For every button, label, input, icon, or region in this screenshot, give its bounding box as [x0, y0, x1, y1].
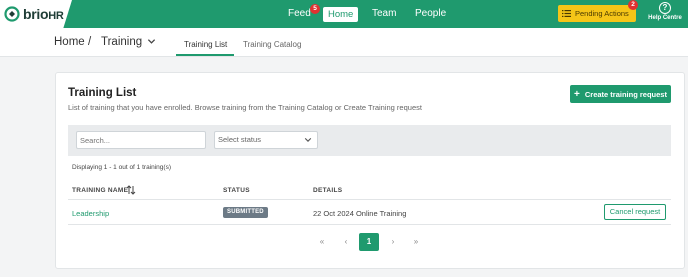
- previous-page-button[interactable]: ‹: [340, 233, 352, 251]
- create-training-request-button[interactable]: + Create training request: [570, 85, 671, 103]
- nav-feed[interactable]: Feed: [288, 0, 311, 28]
- card-description: List of training that you have enrolled.…: [68, 103, 422, 112]
- first-page-button[interactable]: «: [315, 233, 329, 251]
- logo-text: brioHR: [23, 6, 64, 22]
- status-select-placeholder: Select status: [218, 135, 261, 144]
- nav-team[interactable]: Team: [372, 0, 396, 28]
- brio-logo-icon: [4, 6, 20, 22]
- nav-people[interactable]: People: [415, 0, 446, 28]
- nav-home[interactable]: Home: [323, 7, 359, 22]
- card-title: Training List: [68, 87, 137, 99]
- cancel-request-button[interactable]: Cancel request: [604, 204, 666, 220]
- tab-training-list[interactable]: Training List: [184, 40, 227, 49]
- training-details: 22 Oct 2024 Online Training: [313, 209, 407, 218]
- chevron-down-icon: [304, 138, 312, 142]
- help-centre-label: Help Centre: [648, 15, 682, 21]
- pending-actions-badge: 2: [628, 0, 638, 10]
- column-header-training-name[interactable]: TRAINING NAME: [72, 187, 128, 194]
- chevron-down-icon[interactable]: [147, 37, 156, 46]
- list-icon: [562, 10, 571, 17]
- breadcrumb-home[interactable]: Home: [54, 36, 85, 48]
- breadcrumb-separator: /: [88, 36, 92, 48]
- current-page-button[interactable]: 1: [359, 233, 379, 251]
- plus-icon: +: [574, 88, 580, 100]
- status-select[interactable]: Select status: [214, 131, 318, 149]
- active-tab-indicator: [176, 54, 234, 56]
- breadcrumb-current[interactable]: Training: [101, 36, 142, 48]
- create-button-label: Create training request: [584, 89, 667, 99]
- help-centre-button[interactable]: ? Help Centre: [645, 2, 685, 21]
- tab-training-catalog[interactable]: Training Catalog: [243, 40, 301, 49]
- column-header-status: STATUS: [223, 187, 250, 194]
- pending-actions-button[interactable]: Pending Actions: [558, 5, 636, 22]
- top-navigation-bar: brioHR Feed 5 Home Team People Pending A…: [0, 0, 688, 28]
- question-circle-icon: ?: [659, 2, 671, 14]
- search-input[interactable]: [76, 131, 206, 149]
- displaying-count: Displaying 1 - 1 out of 1 training(s): [72, 164, 171, 171]
- last-page-button[interactable]: »: [409, 233, 423, 251]
- table-divider: [68, 199, 671, 200]
- pending-actions-label: Pending Actions: [575, 9, 629, 18]
- column-header-details: DETAILS: [313, 187, 343, 194]
- training-list-card: Training List List of training that you …: [55, 72, 685, 269]
- filter-bar: Select status: [68, 125, 671, 156]
- page-subheader: Home / Training Training List Training C…: [0, 28, 688, 57]
- feed-notification-badge: 5: [310, 4, 320, 14]
- sort-icon[interactable]: [126, 185, 136, 195]
- brio-hr-logo[interactable]: brioHR: [0, 0, 72, 28]
- training-name-link[interactable]: Leadership: [72, 209, 109, 218]
- table-divider: [68, 224, 671, 225]
- next-page-button[interactable]: ›: [387, 233, 399, 251]
- status-badge: SUBMITTED: [223, 207, 268, 218]
